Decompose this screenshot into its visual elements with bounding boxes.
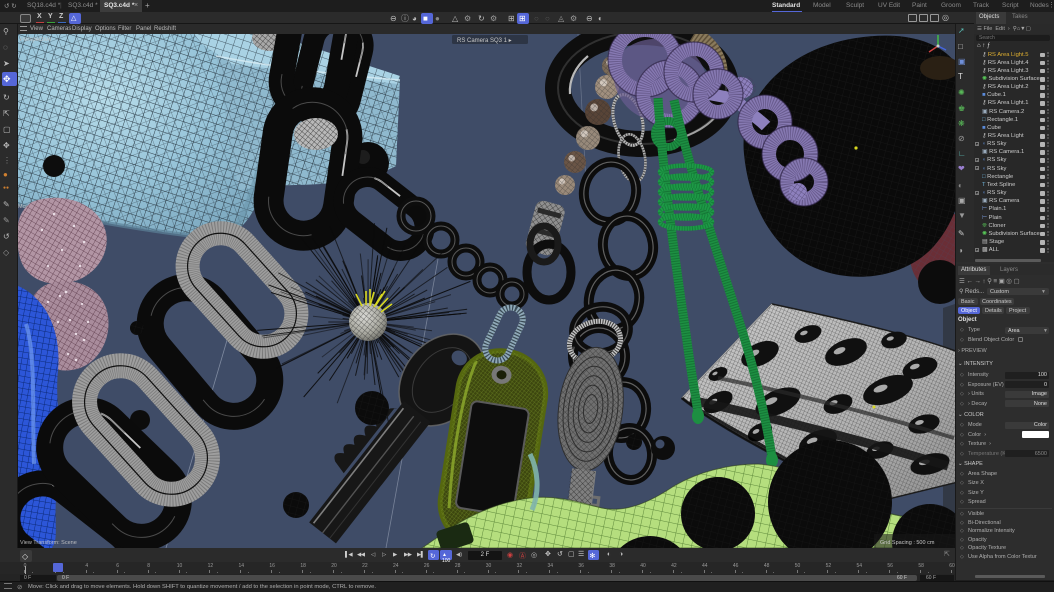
svg-text:RS Camera SQ3 1 ▸: RS Camera SQ3 1 ▸ bbox=[457, 38, 512, 44]
svg-text:Perspective: Perspective bbox=[20, 37, 52, 43]
svg-text:Grid Spacing : 500 cm: Grid Spacing : 500 cm bbox=[880, 540, 935, 546]
svg-text:View Transform: Scene: View Transform: Scene bbox=[20, 540, 77, 546]
